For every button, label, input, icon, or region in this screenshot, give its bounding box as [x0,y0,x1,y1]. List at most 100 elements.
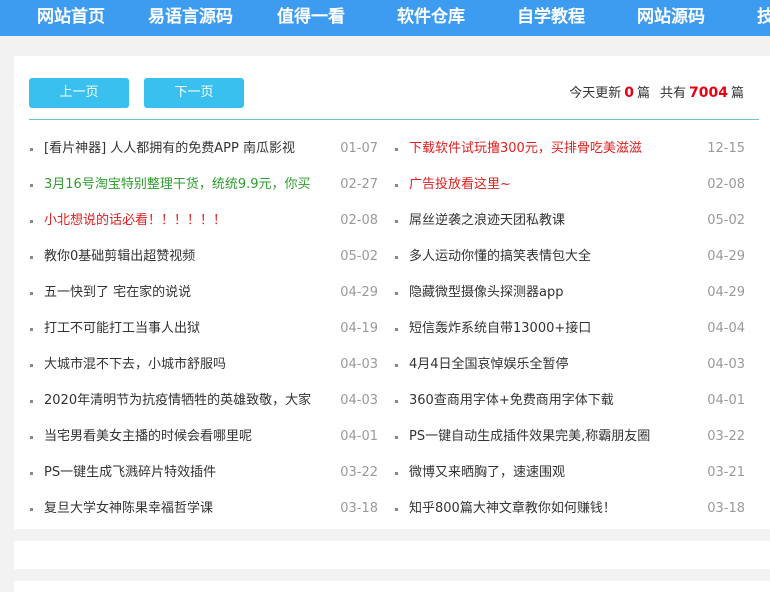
article-title-link[interactable]: 大城市混不下去，小城市舒服吗 [44,347,226,383]
list-item: PS一键生成飞溅碎片特效插件 03-22 [30,455,378,491]
nav-item-website-source[interactable]: 网站源码 [637,0,705,36]
bullet-icon [395,400,398,403]
list-item: 3月16号淘宝特别整理干货，统统9.9元，你买 02-27 [30,167,378,203]
article-title-link[interactable]: 多人运动你懂的搞笑表情包大全 [409,239,591,275]
article-title-link[interactable]: 隐藏微型摄像头探测器app [409,275,563,311]
bullet-icon [30,472,33,475]
article-date: 02-08 [707,177,745,192]
list-item: 五一快到了 宅在家的说说 04-29 [30,275,378,311]
article-title-link[interactable]: PS一键自动生成插件效果完美,称霸朋友圈 [409,419,650,455]
article-title-link[interactable]: 4月4日全国哀悼娱乐全暂停 [409,347,569,383]
total-count: 7004 [689,85,728,101]
header-divider [29,119,759,120]
article-title-link[interactable]: 小北想说的话必看！！！！！！ [44,203,226,239]
total-label: 共有 [660,86,687,101]
list-item: 复旦大学女神陈果幸福哲学课 03-18 [30,491,378,527]
article-list-left: [看片神器] 人人都拥有的免费APP 南瓜影视 01-07 3月16号淘宝特别整理干… [30,131,378,527]
total-unit: 篇 [730,86,744,101]
list-item: 小北想说的话必看！！！！！！ 02-08 [30,203,378,239]
article-date: 04-03 [340,393,378,408]
article-date: 04-03 [707,357,745,372]
article-date: 03-22 [340,465,378,480]
article-date: 03-18 [340,501,378,516]
next-page-button[interactable]: 下一页 [144,78,244,108]
list-item: 当宅男看美女主播的时候会看哪里呢 04-01 [30,419,378,455]
article-title-link[interactable]: PS一键生成飞溅碎片特效插件 [44,455,216,491]
article-date: 04-29 [707,285,745,300]
prev-page-button[interactable]: 上一页 [29,78,129,108]
nav-item-home[interactable]: 网站首页 [37,0,105,36]
bullet-icon [30,256,33,259]
list-item: 打工不可能打工当事人出狱 04-19 [30,311,378,347]
bullet-icon [395,292,398,295]
today-label: 今天更新 [569,86,622,101]
bullet-icon [395,256,398,259]
list-item: 隐藏微型摄像头探测器app 04-29 [395,275,745,311]
bullet-icon [30,508,33,511]
article-list-panel: 上一页 下一页 今天更新 0 篇共有 7004 篇 [看片神器] 人人都拥有的免费APP… [14,56,770,529]
article-title-link[interactable]: [看片神器] 人人都拥有的免费APP 南瓜影视 [44,131,295,167]
article-title-link[interactable]: 教你0基础剪辑出超赞视频 [44,239,195,275]
bullet-icon [30,184,33,187]
article-title-link[interactable]: 知乎800篇大神文章教你如何赚钱！ [409,491,616,527]
bullet-icon [30,436,33,439]
list-item: 知乎800篇大神文章教你如何赚钱！ 03-18 [395,491,745,527]
article-title-link[interactable]: 广告投放看这里~ [409,167,511,203]
article-title-link[interactable]: 360查商用字体+免费商用字体下载 [409,383,614,419]
bullet-icon [30,220,33,223]
bullet-icon [30,364,33,367]
article-date: 04-29 [707,249,745,264]
bullet-icon [395,472,398,475]
article-title-link[interactable]: 短信轰炸系统自带13000+接口 [409,311,591,347]
article-title-link[interactable]: 3月16号淘宝特别整理干货，统统9.9元，你买 [44,167,311,203]
update-stats: 今天更新 0 篇共有 7004 篇 [569,78,744,108]
article-title-link[interactable]: 微博又来晒胸了，速速围观 [409,455,565,491]
list-item: 广告投放看这里~ 02-08 [395,167,745,203]
article-date: 04-19 [340,321,378,336]
article-date: 03-21 [707,465,745,480]
list-item: PS一键自动生成插件效果完美,称霸朋友圈 03-22 [395,419,745,455]
list-item: 360查商用字体+免费商用字体下载 04-01 [395,383,745,419]
list-item: [看片神器] 人人都拥有的免费APP 南瓜影视 01-07 [30,131,378,167]
list-item: 微博又来晒胸了，速速围观 03-21 [395,455,745,491]
list-item: 4月4日全国哀悼娱乐全暂停 04-03 [395,347,745,383]
bullet-icon [395,148,398,151]
bullet-icon [395,184,398,187]
nav-item-software-repository[interactable]: 软件仓库 [397,0,465,36]
article-title-link[interactable]: 下载软件试玩撸300元，买排骨吃美滋滋 [409,131,642,167]
article-date: 04-29 [340,285,378,300]
article-title-link[interactable]: 打工不可能打工当事人出狱 [44,311,200,347]
today-unit: 篇 [636,86,650,101]
article-title-link[interactable]: 五一快到了 宅在家的说说 [44,275,191,311]
nav-item-e-language-source[interactable]: 易语言源码 [148,0,233,36]
list-item: 2020年清明节为抗疫情牺牲的英雄致敬，大家 04-03 [30,383,378,419]
article-date: 02-27 [340,177,378,192]
list-item: 屌丝逆袭之浪迹天团私教课 05-02 [395,203,745,239]
bullet-icon [30,328,33,331]
article-date: 01-07 [340,141,378,156]
bullet-icon [395,328,398,331]
article-title-link[interactable]: 屌丝逆袭之浪迹天团私教课 [409,203,565,239]
article-date: 03-22 [707,429,745,444]
article-date: 04-04 [707,321,745,336]
nav-item-truncated[interactable]: 技 [757,0,770,36]
article-title-link[interactable]: 复旦大学女神陈果幸福哲学课 [44,491,213,527]
list-item: 下载软件试玩撸300元，买排骨吃美滋滋 12-15 [395,131,745,167]
bullet-icon [395,220,398,223]
bullet-icon [395,364,398,367]
article-date: 03-18 [707,501,745,516]
bullet-icon [395,508,398,511]
nav-item-worth-seeing[interactable]: 值得一看 [277,0,345,36]
article-title-link[interactable]: 当宅男看美女主播的时候会看哪里呢 [44,419,252,455]
bullet-icon [30,292,33,295]
content-panel-3 [14,581,770,592]
list-item: 教你0基础剪辑出超赞视频 05-02 [30,239,378,275]
nav-item-tutorials[interactable]: 自学教程 [517,0,585,36]
list-item: 大城市混不下去，小城市舒服吗 04-03 [30,347,378,383]
bullet-icon [30,148,33,151]
article-date: 05-02 [340,249,378,264]
today-count: 0 [624,85,634,101]
article-date: 12-15 [707,141,745,156]
bullet-icon [30,400,33,403]
article-title-link[interactable]: 2020年清明节为抗疫情牺牲的英雄致敬，大家 [44,383,311,419]
